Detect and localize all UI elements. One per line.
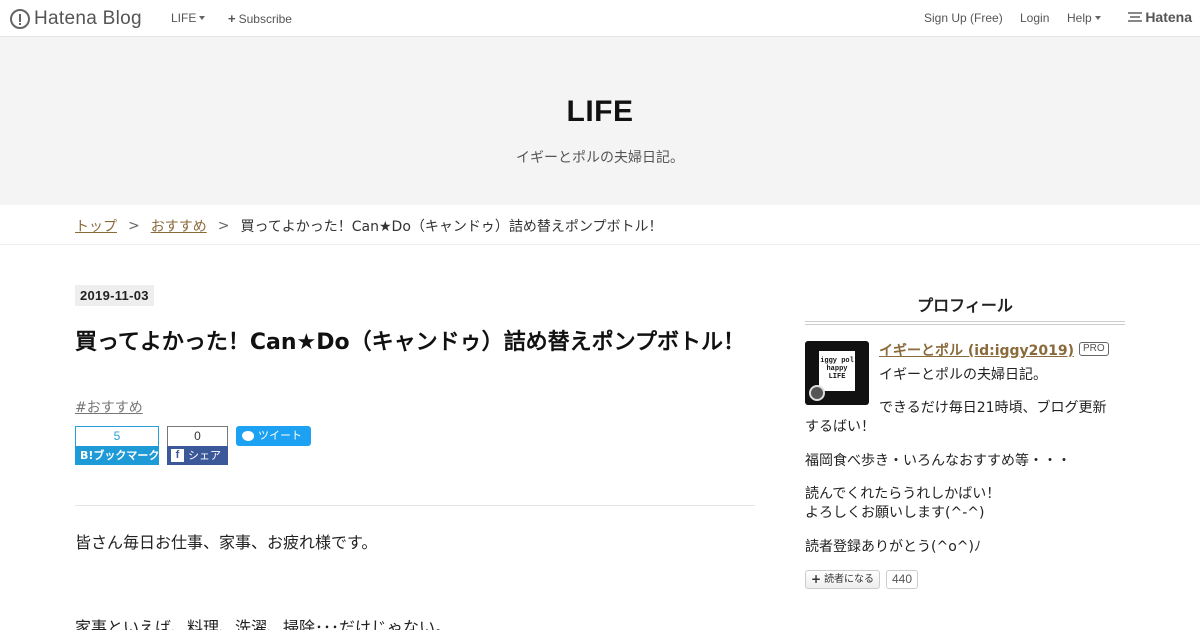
sidebar-profile-title: プロフィール — [917, 296, 1013, 315]
global-header: Hatena Blog LIFE + Subscribe Sign Up (Fr… — [0, 0, 1200, 37]
hatena-icon — [1128, 12, 1143, 22]
entry-date[interactable]: 2019-11-03 — [75, 285, 154, 306]
entry-category-link[interactable]: #おすすめ — [75, 397, 143, 417]
subscribe-label: Subscribe — [238, 11, 292, 26]
hatena-link[interactable]: Hatena — [1128, 9, 1192, 25]
hatena-blog-logo[interactable]: Hatena Blog — [10, 8, 142, 30]
entry-paragraph: 皆さん毎日お仕事、家事、お疲れ様です。 — [75, 533, 378, 552]
breadcrumb-separator: > — [128, 218, 140, 234]
facebook-share-button[interactable]: 0 f シェア — [167, 426, 228, 465]
blog-menu-button[interactable]: LIFE — [171, 11, 206, 25]
hatena-bookmark-label: B!ブックマーク — [75, 446, 159, 465]
profile-text: できるだけ毎日21時頃、ブログ更新 — [879, 400, 1107, 416]
tweet-label: ツイート — [258, 429, 302, 442]
signup-link[interactable]: Sign Up (Free) — [924, 11, 1003, 25]
blog-menu-label: LIFE — [171, 11, 197, 25]
profile-text: するばい！ — [805, 419, 875, 435]
profile-name-link[interactable]: イギーとポル (id:iggy2019) — [879, 340, 1074, 360]
profile-text: 読者登録ありがとう(^o^)ﾉ — [805, 539, 981, 555]
breadcrumb: トップ > おすすめ > 買ってよかった！Can★Do（キャンドゥ）詰め替えポン… — [75, 216, 662, 236]
profile-text: イギーとポルの夫婦日記。 — [879, 367, 1047, 383]
profile-text: よろしくお願いします(^-^) — [805, 505, 985, 521]
hatena-bookmark-count[interactable]: 5 — [75, 426, 159, 446]
tweet-button[interactable]: ツイート — [236, 426, 311, 446]
facebook-icon: f — [171, 449, 184, 462]
avatar-badge-icon — [809, 385, 825, 401]
breadcrumb-current: 買ってよかった！Can★Do（キャンドゥ）詰め替えポンプボトル！ — [240, 219, 663, 235]
sidebar-divider — [805, 321, 1125, 325]
plus-icon: + — [811, 572, 822, 586]
hatena-bookmark-button[interactable]: 5 B!ブックマーク — [75, 426, 159, 465]
entry-divider — [75, 505, 755, 506]
breadcrumb-top-link[interactable]: トップ — [75, 216, 117, 236]
brand-label: Hatena Blog — [34, 8, 142, 29]
entry-paragraph: 家事といえば、料理、洗濯、掃除･･･だけじゃない。 — [75, 618, 452, 630]
chevron-down-icon — [1094, 16, 1101, 20]
blog-header: LIFE イギーとポルの夫婦日記。 — [0, 37, 1200, 205]
chevron-down-icon — [199, 16, 206, 20]
blog-description: イギーとポルの夫婦日記。 — [516, 150, 684, 166]
reader-count[interactable]: 440 — [886, 570, 919, 589]
login-link[interactable]: Login — [1020, 11, 1049, 25]
subscribe-reader-button[interactable]: + 読者になる — [805, 570, 881, 589]
hatena-blog-icon — [10, 9, 30, 29]
help-label: Help — [1067, 11, 1092, 25]
entry-title[interactable]: 買ってよかった！Can★Do（キャンドゥ）詰め替えポンプボトル！ — [75, 328, 745, 358]
breadcrumb-category-link[interactable]: おすすめ — [151, 216, 207, 236]
hatena-label: Hatena — [1145, 9, 1192, 25]
pro-badge[interactable]: PRO — [1079, 342, 1109, 356]
hatena-bookmark-icon: B! — [80, 449, 94, 462]
blog-title[interactable]: LIFE — [0, 95, 1200, 129]
breadcrumb-separator: > — [217, 218, 230, 234]
subscribe-button[interactable]: + Subscribe — [228, 11, 292, 26]
facebook-share-text: シェア — [188, 449, 221, 462]
login-label: Login — [1020, 11, 1050, 25]
facebook-share-label: f シェア — [167, 446, 228, 465]
avatar-text: iggy pol happy LIFE — [819, 351, 855, 391]
hatena-bookmark-text: ブックマーク — [93, 449, 160, 462]
profile-text: 読んでくれたらうれしかばい！ — [805, 486, 1001, 502]
facebook-share-count: 0 — [167, 426, 228, 446]
subscribe-reader-label: 読者になる — [824, 574, 875, 585]
twitter-bird-icon — [242, 431, 254, 441]
profile-text: 福岡食べ歩き・いろんなおすすめ等・・・ — [805, 453, 1071, 469]
help-menu-button[interactable]: Help — [1067, 11, 1101, 25]
breadcrumb-bar: トップ > おすすめ > 買ってよかった！Can★Do（キャンドゥ）詰め替えポン… — [0, 205, 1200, 245]
signup-label: Sign Up (Free) — [924, 11, 1003, 25]
plus-icon: + — [228, 11, 236, 26]
avatar[interactable]: iggy pol happy LIFE — [805, 341, 869, 405]
